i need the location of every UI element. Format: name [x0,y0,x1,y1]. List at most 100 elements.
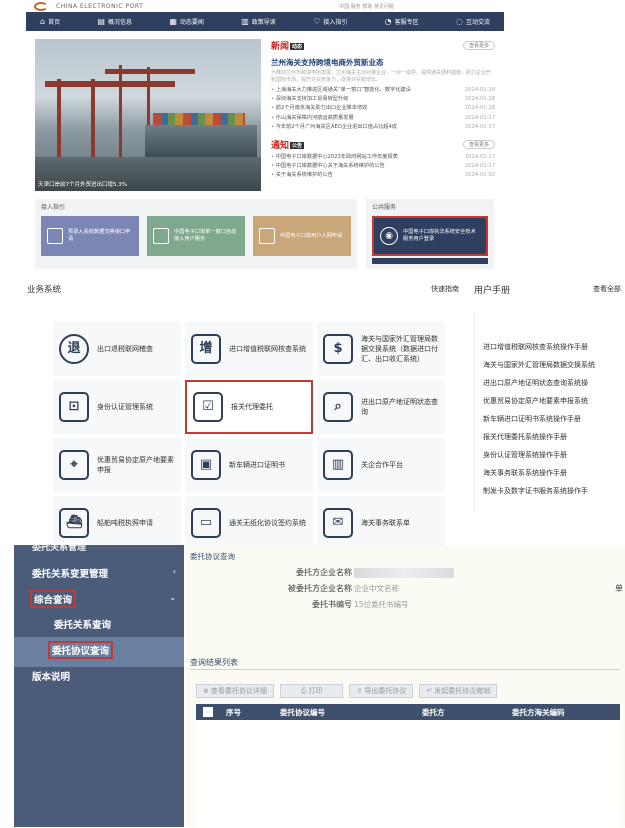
nav-item-3[interactable]: ▥ 政策导读 [241,17,276,26]
user-manual-list: 进口增值税联网核查系统操作手册 海关与国家外汇管理局数据交换系统 进出口原产地证明状… [483,338,595,500]
entrusted-company-input[interactable]: 企业中文名称 [354,583,399,594]
user-manual-link[interactable]: 海关事务联系系统操作手册 [483,464,595,482]
photo-caption[interactable]: 天津口岸前7个月外贸进出口增5.3% [38,180,127,188]
system-tile-1[interactable]: 增进口增值税联网核查系统 [185,322,313,376]
nav-item-label: 接入指引 [323,19,348,26]
system-tile-label: 报关代理委托 [231,403,273,411]
results-table-header: 序号 委托协议编号 委托方 委托方海关编码 [196,704,620,720]
list-item[interactable]: 中国电子口岸数据中心关于海关系统维护的公告 2024-01-17 [271,162,495,171]
system-tile-label: 海关事务联系单 [361,519,410,527]
column-header[interactable]: 委托方海关编码 [512,707,565,718]
client-company-input[interactable] [354,567,454,578]
access-guide-card-2[interactable]: 中国电子口岸用户入网申请 [253,216,351,256]
enforcement-system-login-card[interactable]: ◉ 中国电子口岸执法系统安全技术服务用户登录 [372,216,488,256]
certificate-search-icon: ⌕ [323,392,353,422]
list-item[interactable]: 上海海关大力推进区域通关“单一窗口”智能化、数字化建设 2024-01-18 [271,86,495,95]
list-item-text[interactable]: 深圳海关支持加工贸易转型升级 [271,95,349,104]
sidebar-item-combined-query[interactable]: 综合查询 [30,590,77,608]
view-detail-button[interactable]: ⊕ 查看委托协议详细 [196,684,274,698]
export-button[interactable]: ⇪ 导出委托协议 [349,684,414,698]
list-item[interactable]: 中国电子口岸数据中心2023年政府网站工作年度报表 2024-01-17 [271,153,495,162]
entrusted-company-field[interactable]: 被委托方企业名称 企业中文名称 [186,583,399,594]
system-tile-8[interactable]: ▥ 关企合作平台 [317,438,445,492]
user-manual-link[interactable]: 优惠贸易协定原产地要素申报系统 [483,392,595,410]
user-manual-link[interactable]: 身份认证管理系统操作手册 [483,446,595,464]
column-header[interactable]: 委托协议编号 [280,707,325,718]
sidebar-item-relation-query[interactable]: 委托关系查询 [54,617,111,631]
list-item-text[interactable]: 中国电子口岸数据中心关于海关系统维护的公告 [271,162,385,171]
notice-section-title: 通知 公告 [271,141,305,152]
list-item-text[interactable]: 中国电子口岸数据中心2023年政府网站工作年度报表 [271,153,398,162]
agreement-number-field[interactable]: 委托书编号 15位委托书编号 [186,599,409,610]
news-photo-port-cranes[interactable]: 天津口岸前7个月外贸进出口增5.3% [35,39,261,191]
system-tile-0[interactable]: 退出口退税联网稽查 [53,322,181,376]
news-more-button[interactable]: 查看更多 [462,41,495,50]
list-item-date: 2024-01-17 [464,154,495,161]
list-item[interactable]: 关于海关系统维护的公告 2024-01-02 [271,171,495,180]
agreement-number-input[interactable]: 15位委托书编号 [354,599,409,610]
system-tile-6[interactable]: ⌖ 优惠贸易协定原产地要素申报 [53,438,181,492]
list-item[interactable]: 深圳海关支持加工贸易转型升级 2024-01-18 [271,95,495,104]
system-tile-11[interactable]: ✉ 海关事务联系单 [317,496,445,550]
system-tile-10[interactable]: ▭ 通关无纸化协议签约系统 [185,496,313,550]
print-button[interactable]: ⎙ 打印 [279,684,344,698]
portal-top-links[interactable]: 中国 服务 帮助 常见问题 [339,3,394,10]
access-guide-card-0[interactable]: 预录入系统数据交换接口申请 [41,216,139,256]
system-tile-2[interactable]: $ 海关与国家外汇管理局数据交换系统（数据进口付汇、出口收汇系统） [317,322,445,376]
nav-item-2[interactable]: ▦ 动态要闻 [169,17,204,26]
refund-icon: 退 [59,334,89,364]
user-manual-link[interactable]: 新车辆进口证明书系统操作手册 [483,410,595,428]
user-manual-link[interactable]: 进口增值税联网核查系统操作手册 [483,338,595,356]
system-tile-label: 优惠贸易协定原产地要素申报 [97,456,174,474]
system-tile-4[interactable]: ☑ 报关代理委托 [185,380,313,434]
sidebar-item-version-notes[interactable]: 版本说明 [32,669,70,683]
news-headline[interactable]: 兰州海关支持跨境电商外贸新业态 [271,57,495,68]
news-icon: ▦ [169,17,177,26]
id-card-icon: ⊡ [59,392,89,422]
select-all-checkbox[interactable] [203,707,213,717]
nav-item-4[interactable]: ♡ 接入指引 [313,17,347,26]
user-manual-link[interactable]: 报关代理委托系统操作手册 [483,428,595,446]
sidebar-item-change-management[interactable]: 委托关系变更管理 [32,566,108,580]
agreement-number-label: 委托书编号 [312,600,352,609]
list-item-text[interactable]: 前2个月南京海关助力出口企业降本增效 [271,104,368,113]
notice-list: 中国电子口岸数据中心2023年政府网站工作年度报表2024-01-17中国电子口… [271,153,495,181]
access-guide-card-1[interactable]: 中国电子口岸单一窗口自动接入用户服务 [147,216,245,256]
list-item-text[interactable]: 关于海关系统维护的公告 [271,171,333,180]
system-tile-5[interactable]: ⌕ 进出口原产地证明状态查询 [317,380,445,434]
list-item-text[interactable]: 今年前2个月广州海关区AEO企业进出口值占比超4成 [271,123,397,132]
results-toolbar: ⊕ 查看委托协议详细 ⎙ 打印 ⇪ 导出委托协议 ↶ 发起委托协议撤销 [196,684,498,698]
chevron-left-icon: ‹ [172,567,176,576]
nav-item-0[interactable]: ⌂ 首页 [40,17,60,26]
business-systems-title: 业务系统 [27,285,62,295]
news-summary: 为推动兰州市跨境电商发展，兰州海关主动对接企业，一对一指导，提供通关便利措施，助… [271,70,492,83]
column-header[interactable]: 委托方 [422,707,445,718]
client-company-field[interactable]: 委托方企业名称 [186,567,454,578]
revoke-button[interactable]: ↶ 发起委托协议撤销 [419,684,498,698]
user-manual-link[interactable]: 进出口原产地证明状态查询系统操 [483,374,595,392]
quick-guide-link[interactable]: 快速指南 [431,284,459,294]
list-item-text[interactable]: 乐山海关保障内河航运高质量发展 [271,114,354,123]
nav-item-5[interactable]: ◔ 客服专区 [385,17,419,26]
user-manual-link[interactable]: 制发卡及数字证书服务系统操作手 [483,482,595,500]
system-tile-7[interactable]: ▣ 新车辆进口证明书 [185,438,313,492]
list-item[interactable]: 前2个月南京海关助力出口企业降本增效 2024-01-18 [271,104,495,113]
list-item[interactable]: 今年前2个月广州海关区AEO企业进出口值占比超4成 2024-01-17 [271,123,495,132]
exchange-icon: $ [323,334,353,364]
results-title: 查询结果列表 [190,658,238,667]
nav-item-6[interactable]: ◌ 互动交流 [456,17,490,26]
view-all-link[interactable]: 查看全部 [593,284,621,294]
list-item[interactable]: 乐山海关保障内河航运高质量发展 2024-01-17 [271,114,495,123]
system-tile-3[interactable]: ⊡ 身份认证管理系统 [53,380,181,434]
notice-more-button[interactable]: 查看更多 [462,140,495,150]
sidebar-item-relation-management[interactable]: 委托关系管理 [32,540,86,553]
news-list: 上海海关大力推进区域通关“单一窗口”智能化、数字化建设2024-01-18深圳海… [271,86,495,132]
nav-item-1[interactable]: ▤ 概况信息 [97,17,132,26]
nav-item-label: 互动交流 [465,19,490,26]
guide-card-icon [153,228,169,244]
list-item-text[interactable]: 上海海关大力推进区域通关“单一窗口”智能化、数字化建设 [271,86,411,95]
column-header[interactable]: 序号 [226,707,241,718]
user-manual-link[interactable]: 海关与国家外汇管理局数据交换系统 [483,356,595,374]
toolbar-button-label: 发起委托协议撤销 [434,687,491,695]
sidebar-item-agreement-query[interactable]: 委托协议查询 [48,641,114,659]
